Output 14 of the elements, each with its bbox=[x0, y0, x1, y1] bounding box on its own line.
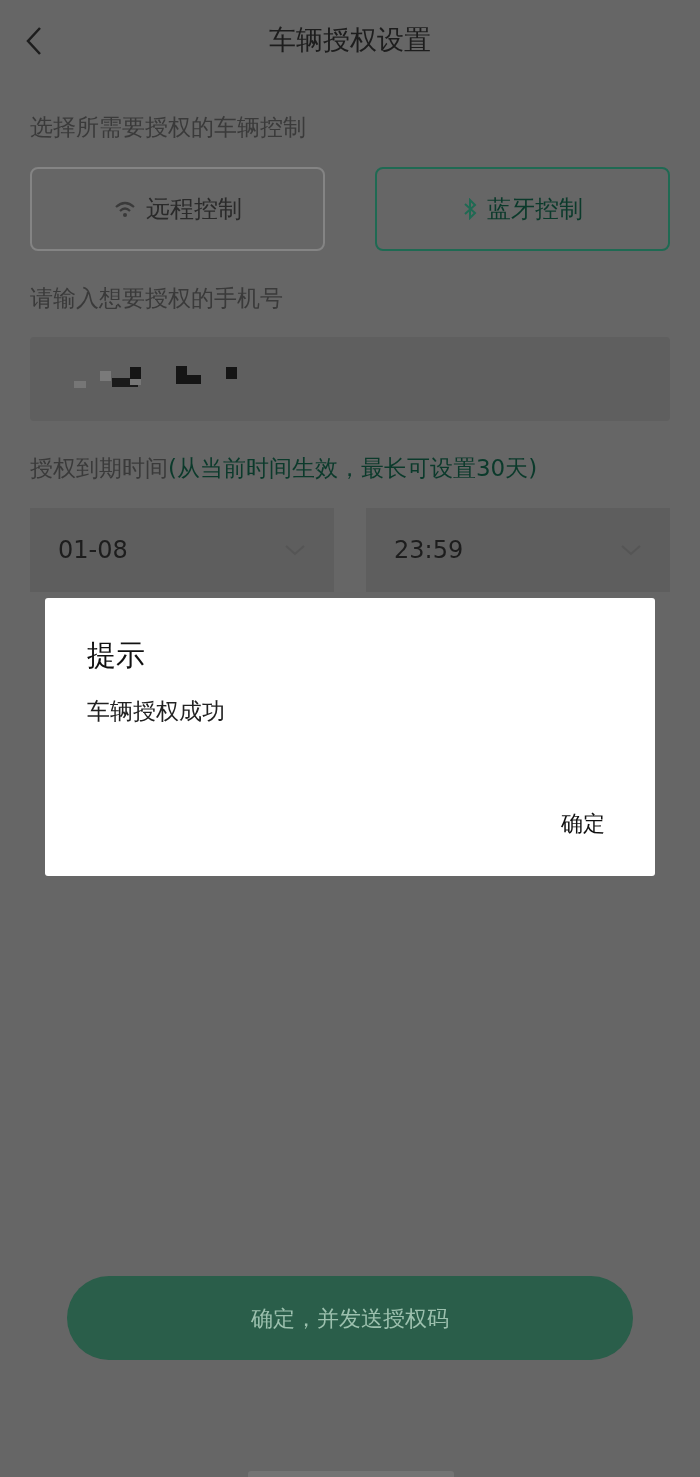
date-select[interactable]: 01-08 bbox=[30, 507, 334, 592]
dialog-message: 车辆授权成功 bbox=[87, 696, 226, 726]
page-title: 车辆授权设置 bbox=[269, 22, 431, 57]
wifi-icon bbox=[113, 199, 136, 218]
control-option-button[interactable]: 远程控制 bbox=[30, 166, 325, 251]
dialog-title: 提示 bbox=[87, 637, 146, 674]
control-option-button[interactable]: 蓝牙控制 bbox=[375, 166, 670, 251]
phone-input-field[interactable] bbox=[30, 337, 670, 421]
bluetooth-icon bbox=[462, 197, 477, 220]
expiry-hint: (从当前时间生效，最长可设置30天) bbox=[168, 455, 538, 481]
confirm-button[interactable]: 确定 bbox=[561, 807, 605, 840]
back-icon[interactable] bbox=[24, 26, 44, 56]
submit-button[interactable]: 确定，并发送授权码 bbox=[67, 1276, 633, 1360]
time-select[interactable]: 23:59 bbox=[366, 507, 670, 592]
